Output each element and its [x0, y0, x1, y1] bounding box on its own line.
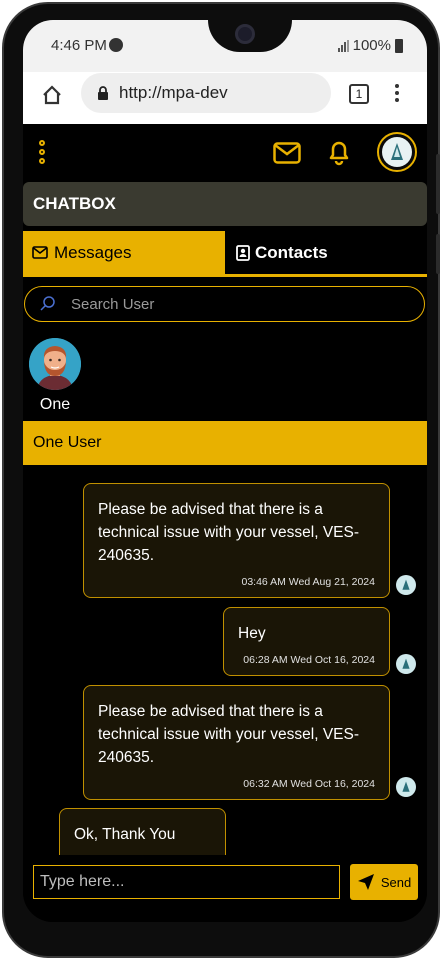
message-bubble: Please be advised that there is a techni… [83, 483, 390, 598]
active-chat-header: One User [23, 421, 427, 465]
message-bubble: Please be advised that there is a techni… [83, 685, 390, 800]
contact-card-icon [236, 244, 250, 261]
tab-contacts-label: Contacts [255, 242, 328, 262]
person-avatar-icon [29, 338, 81, 390]
sender-avatar [396, 777, 416, 797]
message-time: 06:32 AM Wed Oct 16, 2024 [243, 778, 375, 790]
tab-contacts[interactable]: Contacts [225, 231, 427, 274]
message-text: Ok, Thank You [74, 826, 176, 843]
lock-icon [98, 85, 108, 100]
volume-button [436, 154, 440, 214]
chatbox-header: CHATBOX [23, 182, 427, 226]
screen: 4:46 PM 100% http://mpa-dev 1 CHATBOX Me… [23, 20, 427, 922]
power-button [436, 234, 440, 274]
logo-icon [391, 143, 403, 160]
app-toolbar [23, 124, 427, 182]
camera [235, 24, 255, 44]
message-time: 06:28 AM Wed Oct 16, 2024 [243, 654, 375, 666]
search-input[interactable] [69, 294, 373, 314]
active-chat-name: One User [33, 434, 102, 451]
url-text: http://mpa-dev [119, 83, 228, 102]
tab-messages[interactable]: Messages [23, 231, 225, 274]
spotify-icon [109, 38, 123, 52]
browser-menu-icon[interactable] [395, 84, 399, 102]
tab-switcher-button[interactable]: 1 [349, 84, 369, 104]
sender-avatar [396, 575, 416, 595]
profile-avatar[interactable] [377, 132, 417, 172]
status-indicators: 100% [337, 37, 403, 54]
chatbox-title: CHATBOX [33, 194, 116, 213]
send-button-label: Send [380, 874, 412, 890]
battery-percentage: 100% [352, 37, 391, 54]
message-bubble-received: Ok, Thank You [59, 808, 226, 855]
message-text: Please be advised that there is a techni… [98, 501, 360, 564]
signal-icon [337, 39, 349, 52]
sender-avatar [396, 654, 416, 674]
status-time: 4:46 PM [51, 37, 107, 54]
paper-plane-icon [357, 874, 374, 890]
browser-toolbar: http://mpa-dev 1 [23, 72, 427, 124]
bell-icon[interactable] [325, 138, 353, 166]
logo-icon [402, 781, 410, 792]
phone-frame: 4:46 PM 100% http://mpa-dev 1 CHATBOX Me… [2, 2, 440, 958]
envelope-icon [32, 246, 48, 259]
address-bar[interactable]: http://mpa-dev [81, 73, 331, 113]
message-input[interactable] [33, 865, 340, 899]
menu-icon[interactable] [39, 140, 45, 164]
send-button[interactable]: Send [350, 864, 418, 900]
message-bubble: Hey 06:28 AM Wed Oct 16, 2024 [223, 607, 390, 676]
user-avatar[interactable] [29, 338, 81, 390]
message-time: 03:46 AM Wed Aug 21, 2024 [241, 576, 376, 588]
tab-messages-label: Messages [54, 242, 132, 262]
logo-icon [402, 579, 410, 590]
message-text: Hey [238, 625, 266, 642]
message-list: Please be advised that there is a techni… [23, 465, 427, 855]
search-icon [40, 296, 55, 311]
tab-underline [23, 274, 427, 277]
chat-tabs: Messages Contacts [23, 231, 427, 277]
message-text: Please be advised that there is a techni… [98, 703, 360, 766]
search-bar [24, 286, 425, 322]
message-composer: Send [23, 855, 427, 922]
battery-icon [395, 38, 403, 53]
user-name[interactable]: One [23, 396, 87, 414]
home-icon[interactable] [41, 84, 63, 106]
logo-icon [402, 658, 410, 669]
mail-icon[interactable] [273, 142, 301, 164]
